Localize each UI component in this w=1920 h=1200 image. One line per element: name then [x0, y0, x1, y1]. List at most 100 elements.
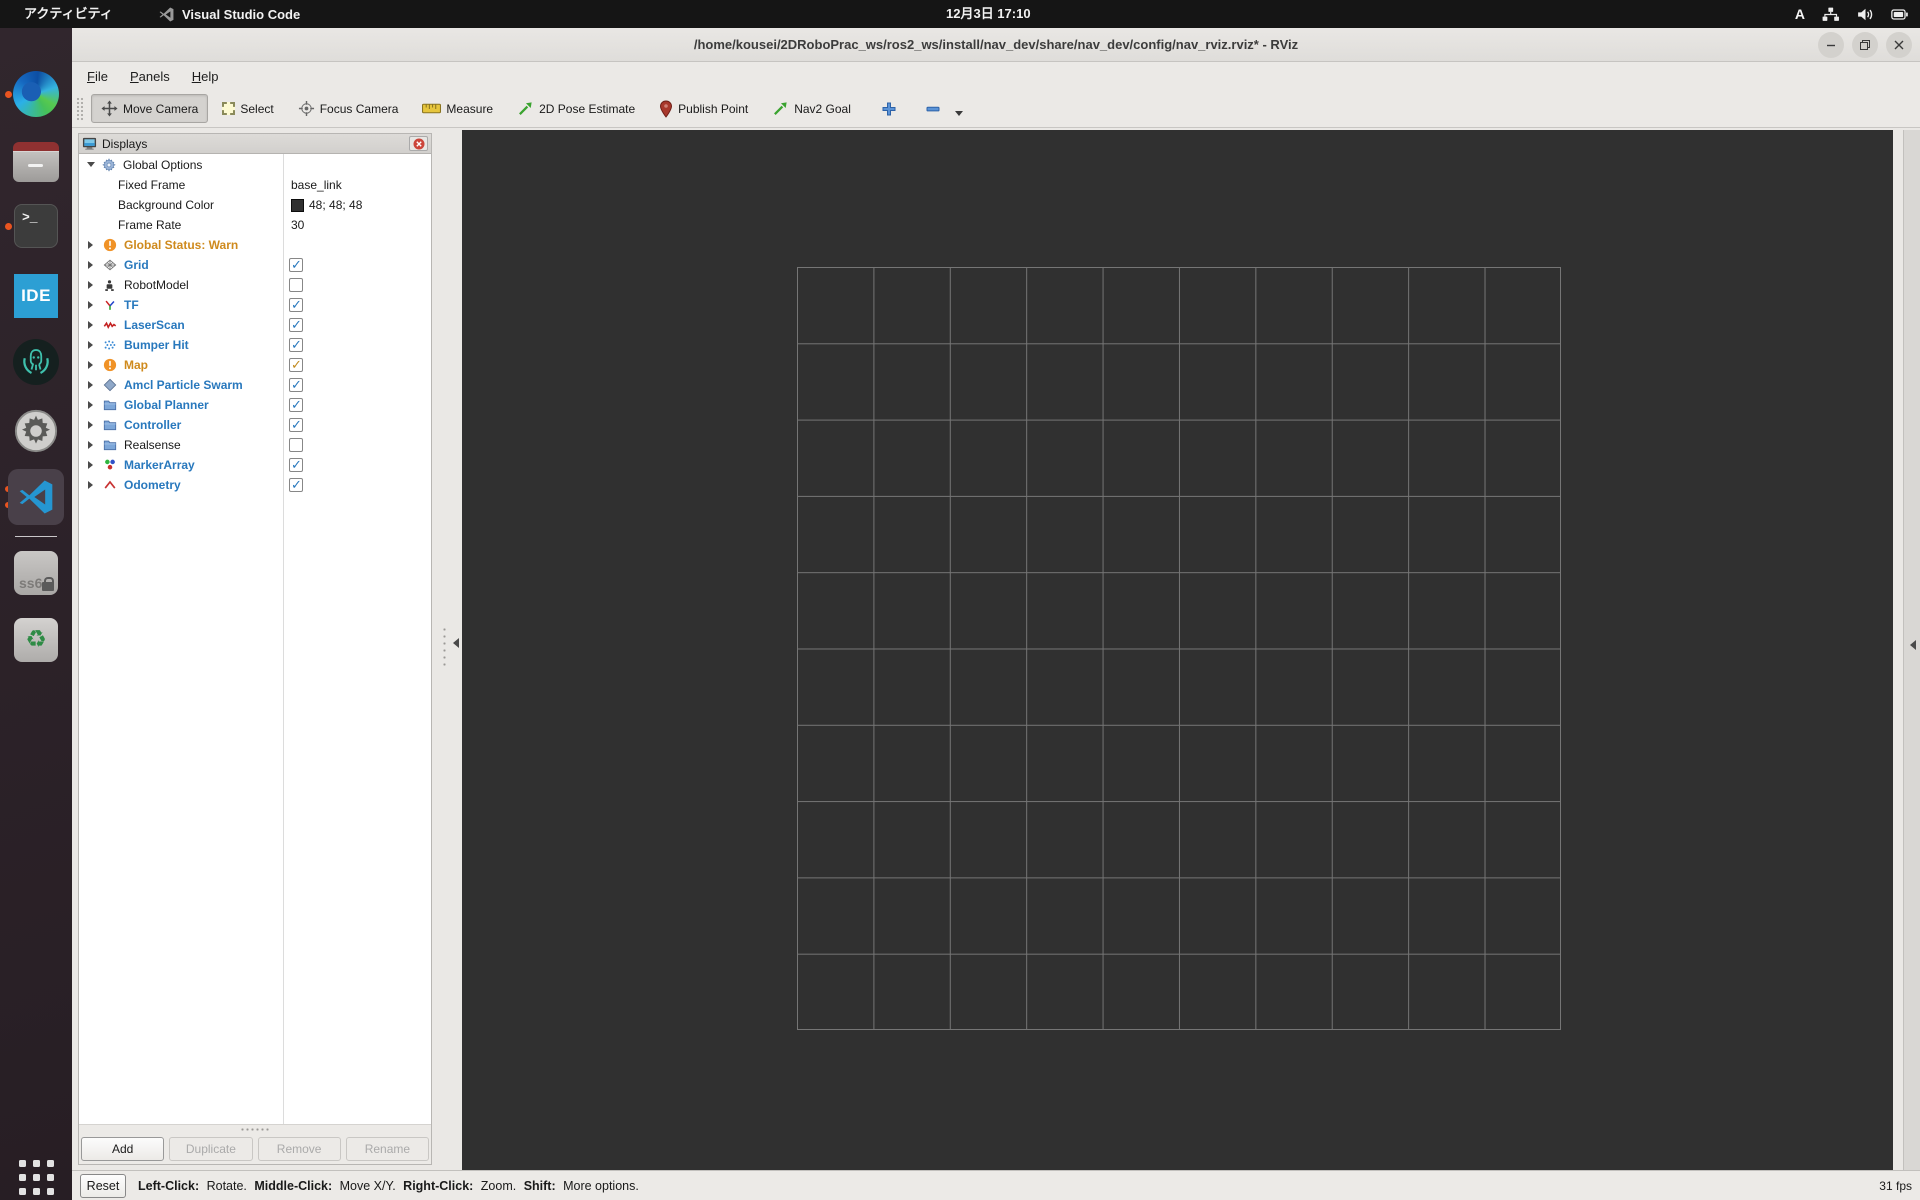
displays-panel-buttons: Add Duplicate Remove Rename — [79, 1134, 431, 1164]
property-value[interactable]: 30 — [291, 218, 304, 232]
toolbar-overflow-icon[interactable] — [954, 111, 963, 120]
display-row-realsense[interactable]: Realsense — [79, 435, 431, 455]
add-tool-button[interactable] — [873, 95, 905, 123]
expand-arrow-icon[interactable] — [88, 241, 97, 249]
display-row-amcl-particle-swarm[interactable]: Amcl Particle Swarm — [79, 375, 431, 395]
display-row-grid[interactable]: Grid — [79, 255, 431, 275]
tf-axes-icon — [102, 298, 117, 313]
menu-file[interactable]: File — [76, 65, 119, 88]
panel-close-button[interactable] — [409, 136, 428, 151]
display-checkbox[interactable] — [289, 397, 303, 413]
expand-arrow-icon[interactable] — [88, 361, 97, 369]
ime-indicator[interactable]: A — [1795, 6, 1805, 22]
duplicate-button[interactable]: Duplicate — [169, 1137, 253, 1161]
expand-arrow-icon[interactable] — [88, 481, 97, 489]
3d-viewport[interactable] — [462, 130, 1893, 1170]
right-panel-splitter[interactable] — [1903, 130, 1920, 1170]
rename-button[interactable]: Rename — [345, 1137, 429, 1161]
display-checkbox[interactable] — [289, 438, 303, 452]
display-checkbox[interactable] — [289, 278, 303, 292]
nav2-goal-tool[interactable]: Nav2 Goal — [762, 94, 861, 123]
display-label: MarkerArray — [124, 458, 195, 472]
focus-camera-tool[interactable]: Focus Camera — [288, 94, 409, 123]
display-row-global-planner[interactable]: Global Planner — [79, 395, 431, 415]
expand-arrow-icon[interactable] — [88, 261, 97, 269]
expand-arrow-icon[interactable] — [88, 461, 97, 469]
panel-splitter[interactable] — [438, 128, 462, 1170]
expand-arrow-icon[interactable] — [88, 381, 97, 389]
property-value[interactable]: base_link — [291, 178, 342, 192]
menu-help[interactable]: Help — [181, 65, 230, 88]
display-row-tf[interactable]: TF — [79, 295, 431, 315]
display-checkbox[interactable] — [289, 377, 303, 393]
restore-button[interactable] — [1852, 32, 1878, 58]
display-row-odometry[interactable]: Odometry — [79, 475, 431, 495]
expand-arrow-icon[interactable] — [88, 421, 97, 429]
display-checkbox[interactable] — [289, 357, 303, 373]
focused-app-indicator[interactable]: Visual Studio Code — [158, 0, 300, 28]
measure-tool[interactable]: Measure — [412, 96, 503, 122]
volume-icon[interactable] — [1856, 7, 1875, 22]
battery-icon[interactable] — [1891, 8, 1908, 20]
display-checkbox[interactable] — [289, 417, 303, 433]
display-checkbox[interactable] — [289, 477, 303, 493]
dock-item-trash[interactable]: ♻ — [12, 616, 60, 664]
activities-button[interactable]: アクティビティ — [24, 0, 113, 28]
tree-row-fixed-frame[interactable]: Fixed Frame base_link — [79, 175, 431, 195]
show-applications-button[interactable] — [19, 1160, 54, 1195]
tree-row-global-status[interactable]: Global Status: Warn — [79, 235, 431, 255]
property-value[interactable]: 48; 48; 48 — [291, 198, 362, 212]
network-icon[interactable] — [1821, 7, 1840, 22]
display-row-markerarray[interactable]: MarkerArray — [79, 455, 431, 475]
dock-item-files[interactable] — [12, 138, 60, 186]
display-checkbox[interactable] — [289, 297, 303, 313]
display-checkbox[interactable] — [289, 457, 303, 473]
expand-arrow-icon[interactable] — [88, 441, 97, 449]
pose-estimate-tool[interactable]: 2D Pose Estimate — [507, 94, 645, 123]
menu-panels[interactable]: Panels — [119, 65, 181, 88]
close-button[interactable] — [1886, 32, 1912, 58]
display-row-map[interactable]: Map — [79, 355, 431, 375]
dock-item-ros-jazzy[interactable] — [12, 338, 60, 386]
warning-icon — [102, 238, 117, 253]
dock-item-ssh[interactable]: ss6 — [12, 549, 60, 597]
collapse-left-icon[interactable] — [448, 638, 459, 648]
move-camera-tool[interactable]: Move Camera — [91, 94, 209, 123]
minimize-button[interactable] — [1818, 32, 1844, 58]
select-tool[interactable]: Select — [212, 96, 283, 122]
expand-arrow-icon[interactable] — [88, 281, 97, 289]
collapse-arrow-icon[interactable] — [87, 162, 95, 171]
expand-arrow-icon[interactable] — [88, 301, 97, 309]
display-row-robotmodel[interactable]: RobotModel — [79, 275, 431, 295]
reset-button[interactable]: Reset — [80, 1173, 126, 1198]
expand-arrow-icon[interactable] — [88, 401, 97, 409]
display-checkbox[interactable] — [289, 337, 303, 353]
dock-item-edge[interactable] — [12, 70, 60, 118]
tree-row-global-options[interactable]: Global Options — [79, 155, 431, 175]
display-checkbox[interactable] — [289, 317, 303, 333]
display-row-laserscan[interactable]: LaserScan — [79, 315, 431, 335]
displays-panel-header[interactable]: Displays — [79, 134, 431, 154]
display-label: LaserScan — [124, 318, 185, 332]
display-checkbox[interactable] — [289, 257, 303, 273]
publish-point-tool[interactable]: Publish Point — [649, 94, 758, 124]
remove-button[interactable]: Remove — [257, 1137, 341, 1161]
tree-row-background-color[interactable]: Background Color 48; 48; 48 — [79, 195, 431, 215]
display-row-bumper-hit[interactable]: Bumper Hit — [79, 335, 431, 355]
minus-icon — [926, 106, 940, 111]
collapse-right-icon[interactable] — [1905, 640, 1916, 650]
display-row-controller[interactable]: Controller — [79, 415, 431, 435]
toolbar-drag-handle[interactable] — [76, 96, 83, 121]
dock-item-terminal[interactable]: >_ — [12, 202, 60, 250]
dock-item-ide[interactable]: IDE — [12, 272, 60, 320]
panel-splitter-handle[interactable] — [79, 1124, 431, 1134]
window-titlebar[interactable]: /home/kousei/2DRoboPrac_ws/ros2_ws/insta… — [72, 28, 1920, 62]
remove-tool-button[interactable] — [917, 95, 949, 123]
clock[interactable]: 12月3日 17:10 — [946, 0, 1031, 28]
expand-arrow-icon[interactable] — [88, 341, 97, 349]
tree-row-frame-rate[interactable]: Frame Rate 30 — [79, 215, 431, 235]
expand-arrow-icon[interactable] — [88, 321, 97, 329]
add-button[interactable]: Add — [81, 1137, 165, 1161]
dock-item-settings[interactable] — [12, 407, 60, 455]
dock-item-vscode-active[interactable] — [8, 469, 64, 525]
